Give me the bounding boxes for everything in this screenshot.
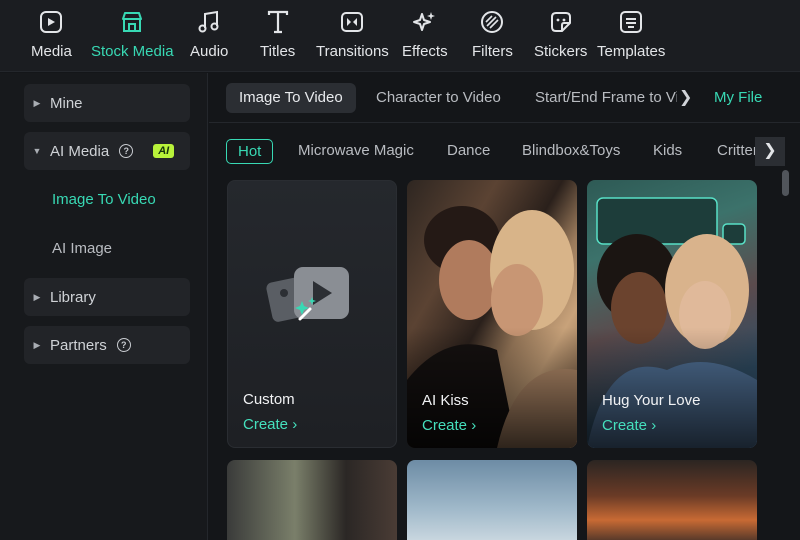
caret-right-icon: ▶: [33, 339, 41, 350]
chip-dance[interactable]: Dance: [447, 139, 490, 164]
toolbar-filters[interactable]: Filters: [472, 8, 513, 66]
chip-hot[interactable]: Hot: [226, 139, 274, 164]
toolbar-label: Effects: [402, 43, 448, 60]
image-to-video-icon: [266, 267, 349, 322]
chevron-right-icon[interactable]: ❯: [755, 137, 785, 166]
sidebar: ▶ Mine ▼ AI Media ? AI Image To Video AI…: [0, 73, 208, 540]
create-link[interactable]: Create ›: [602, 417, 656, 434]
toolbar-label: Templates: [597, 43, 666, 60]
toolbar-effects[interactable]: Effects: [402, 8, 448, 66]
card-thumbnail-partial[interactable]: [227, 460, 397, 540]
sidebar-subitem-ai-image[interactable]: AI Image: [52, 240, 112, 257]
scrollbar-thumb[interactable]: [782, 170, 789, 196]
card-title: AI Kiss: [422, 392, 469, 409]
text-icon: [264, 8, 292, 36]
filter-icon: [478, 8, 506, 36]
tab-character-to-video[interactable]: Character to Video: [376, 83, 501, 113]
template-icon: [617, 8, 645, 36]
tab-bar: Image To Video Character to Video Start/…: [209, 73, 800, 123]
music-note-icon: [195, 8, 223, 36]
toolbar-templates[interactable]: Templates: [597, 8, 665, 66]
toolbar-label: Transitions: [316, 43, 389, 60]
help-icon[interactable]: ?: [119, 144, 134, 158]
toolbar-stock-media[interactable]: Stock Media: [91, 8, 174, 66]
toolbar-stickers[interactable]: Stickers: [534, 8, 587, 66]
sidebar-item-library[interactable]: ▶ Library: [24, 278, 190, 316]
toolbar-media[interactable]: Media: [31, 8, 72, 66]
sidebar-item-label: Mine: [50, 94, 83, 112]
toolbar-audio[interactable]: Audio: [190, 8, 228, 66]
ai-badge: AI: [153, 144, 175, 158]
sidebar-item-label: Partners: [50, 336, 107, 354]
toolbar-label: Stock Media: [91, 43, 174, 60]
category-chips: Hot Microwave Magic Dance Blindbox&Toys …: [209, 131, 800, 171]
toolbar-label: Filters: [472, 43, 513, 60]
sparkle-icon: [411, 8, 439, 36]
store-icon: [118, 8, 146, 36]
toolbar-transitions[interactable]: Transitions: [316, 8, 389, 66]
card-thumbnail-partial[interactable]: [407, 460, 577, 540]
tab-image-to-video[interactable]: Image To Video: [226, 83, 356, 113]
card-thumbnail-partial[interactable]: [587, 460, 757, 540]
chip-blindbox-toys[interactable]: Blindbox&Toys: [522, 139, 620, 164]
media-icon: [37, 8, 65, 36]
sidebar-subitem-image-to-video[interactable]: Image To Video: [52, 191, 156, 208]
my-file-link[interactable]: My File: [714, 89, 762, 106]
create-link[interactable]: Create ›: [422, 417, 476, 434]
tab-start-end-frame[interactable]: Start/End Frame to Vic: [535, 83, 677, 113]
toolbar-label: Audio: [190, 43, 229, 60]
create-link[interactable]: Create ›: [243, 416, 297, 433]
toolbar-label: Stickers: [534, 43, 588, 60]
sticker-icon: [547, 8, 575, 36]
main-panel: Image To Video Character to Video Start/…: [209, 73, 800, 540]
help-icon[interactable]: ?: [116, 338, 131, 352]
card-title: Hug Your Love: [602, 392, 701, 409]
card-ai-kiss[interactable]: AI Kiss Create ›: [407, 180, 577, 448]
sidebar-item-label: Library: [50, 288, 96, 306]
toolbar-titles[interactable]: Titles: [260, 8, 295, 66]
caret-right-icon: ▶: [33, 291, 41, 302]
toolbar-label: Media: [31, 43, 72, 60]
caret-right-icon: ▶: [33, 97, 41, 108]
transition-icon: [338, 8, 366, 36]
sidebar-item-label: AI Media: [50, 142, 110, 160]
toolbar-label: Titles: [260, 43, 296, 60]
card-hug-your-love[interactable]: Hug Your Love Create ›: [587, 180, 757, 448]
sidebar-item-ai-media[interactable]: ▼ AI Media ? AI: [24, 132, 190, 170]
sidebar-item-mine[interactable]: ▶ Mine: [24, 84, 190, 122]
caret-down-icon: ▼: [32, 146, 42, 156]
top-toolbar: Media Stock Media Audio Titles Transitio…: [0, 0, 800, 72]
card-custom[interactable]: Custom Create ›: [227, 180, 397, 448]
card-title: Custom: [243, 391, 295, 408]
chip-kids[interactable]: Kids: [653, 139, 682, 164]
chevron-right-icon[interactable]: ❯: [679, 87, 693, 107]
chip-microwave-magic[interactable]: Microwave Magic: [298, 139, 414, 164]
chip-critter[interactable]: Critter: [717, 139, 757, 164]
sidebar-item-partners[interactable]: ▶ Partners ?: [24, 326, 190, 364]
